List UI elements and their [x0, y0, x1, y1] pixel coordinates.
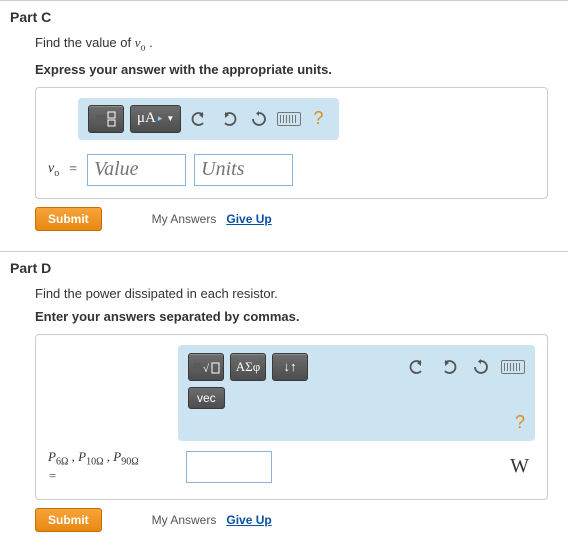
chevron-down-icon: ▼	[166, 114, 174, 123]
reset-button[interactable]	[247, 107, 271, 131]
greek-label: ΑΣφ	[236, 359, 260, 375]
prompt-prefix: Find the value of	[35, 35, 135, 50]
part-d-actions: Submit My Answers Give Up	[35, 508, 548, 532]
part-c-title: Part C	[10, 9, 568, 25]
eq: =	[48, 468, 57, 483]
part-d-prompt: Find the power dissipated in each resist…	[35, 286, 548, 301]
part-d-instruction: Enter your answers separated by commas.	[35, 309, 548, 324]
part-d-answer-box: √ ΑΣφ ↓↑	[35, 334, 548, 500]
value-input[interactable]	[186, 451, 272, 483]
my-answers-label: My Answers	[152, 212, 217, 226]
unit-dropdown[interactable]: μA ▸ ▼	[130, 105, 181, 133]
part-c: Part C Find the value of vo . Express yo…	[0, 0, 568, 251]
part-d-title: Part D	[10, 260, 568, 276]
s1: 6Ω	[56, 456, 68, 467]
units-input[interactable]	[194, 154, 293, 186]
part-c-instruction: Express your answer with the appropriate…	[35, 62, 548, 77]
part-c-answer-box: μA ▸ ▼ ? vo	[35, 87, 548, 199]
value-input[interactable]	[87, 154, 186, 186]
part-c-prompt: Find the value of vo .	[35, 35, 548, 54]
keyboard-button[interactable]	[277, 107, 301, 131]
submit-button[interactable]: Submit	[35, 508, 102, 532]
p2: P	[78, 449, 86, 464]
my-answers-label: My Answers	[152, 513, 217, 527]
c1: ,	[68, 449, 78, 464]
vec-button[interactable]: vec	[188, 387, 225, 409]
part-c-body: Find the value of vo . Express your answ…	[35, 35, 548, 231]
c2: ,	[104, 449, 114, 464]
redo-button[interactable]	[217, 107, 241, 131]
undo-button[interactable]	[405, 355, 429, 379]
reset-button[interactable]	[469, 355, 493, 379]
part-d-input-row: P6Ω , P10Ω , P90Ω= W	[48, 449, 535, 485]
undo-button[interactable]	[187, 107, 211, 131]
equals: =	[69, 162, 77, 178]
unit-label: μA	[137, 110, 156, 127]
redo-button[interactable]	[437, 355, 461, 379]
s3: 90Ω	[121, 456, 138, 467]
part-c-input-row: vo =	[48, 154, 535, 186]
help-button[interactable]: ?	[515, 412, 525, 433]
give-up-link[interactable]: Give Up	[226, 513, 271, 527]
sort-icon: ↓↑	[284, 359, 297, 374]
part-d: Part D Find the power dissipated in each…	[0, 251, 568, 552]
part-d-body: Find the power dissipated in each resist…	[35, 286, 548, 532]
svg-text:√: √	[203, 363, 210, 375]
var-sub: o	[54, 167, 59, 178]
keyboard-button[interactable]	[501, 355, 525, 379]
part-d-toolbar: √ ΑΣφ ↓↑	[178, 345, 535, 441]
p1: P	[48, 449, 56, 464]
template-button[interactable]: √	[188, 353, 224, 381]
unit-label: W	[510, 455, 529, 478]
submit-button[interactable]: Submit	[35, 207, 102, 231]
keyboard-icon	[501, 360, 525, 374]
part-c-actions: Submit My Answers Give Up	[35, 207, 548, 231]
prompt-suffix: .	[146, 35, 153, 50]
help-button[interactable]: ?	[307, 108, 329, 129]
variable-label: P6Ω , P10Ω , P90Ω=	[48, 449, 176, 485]
variable-label: vo	[48, 161, 59, 179]
greek-button[interactable]: ΑΣφ	[230, 353, 266, 381]
part-c-toolbar: μA ▸ ▼ ?	[78, 98, 339, 140]
keyboard-icon	[277, 112, 301, 126]
sort-button[interactable]: ↓↑	[272, 353, 308, 381]
s2: 10Ω	[86, 456, 103, 467]
give-up-link[interactable]: Give Up	[226, 212, 271, 226]
template-button[interactable]	[88, 105, 124, 133]
